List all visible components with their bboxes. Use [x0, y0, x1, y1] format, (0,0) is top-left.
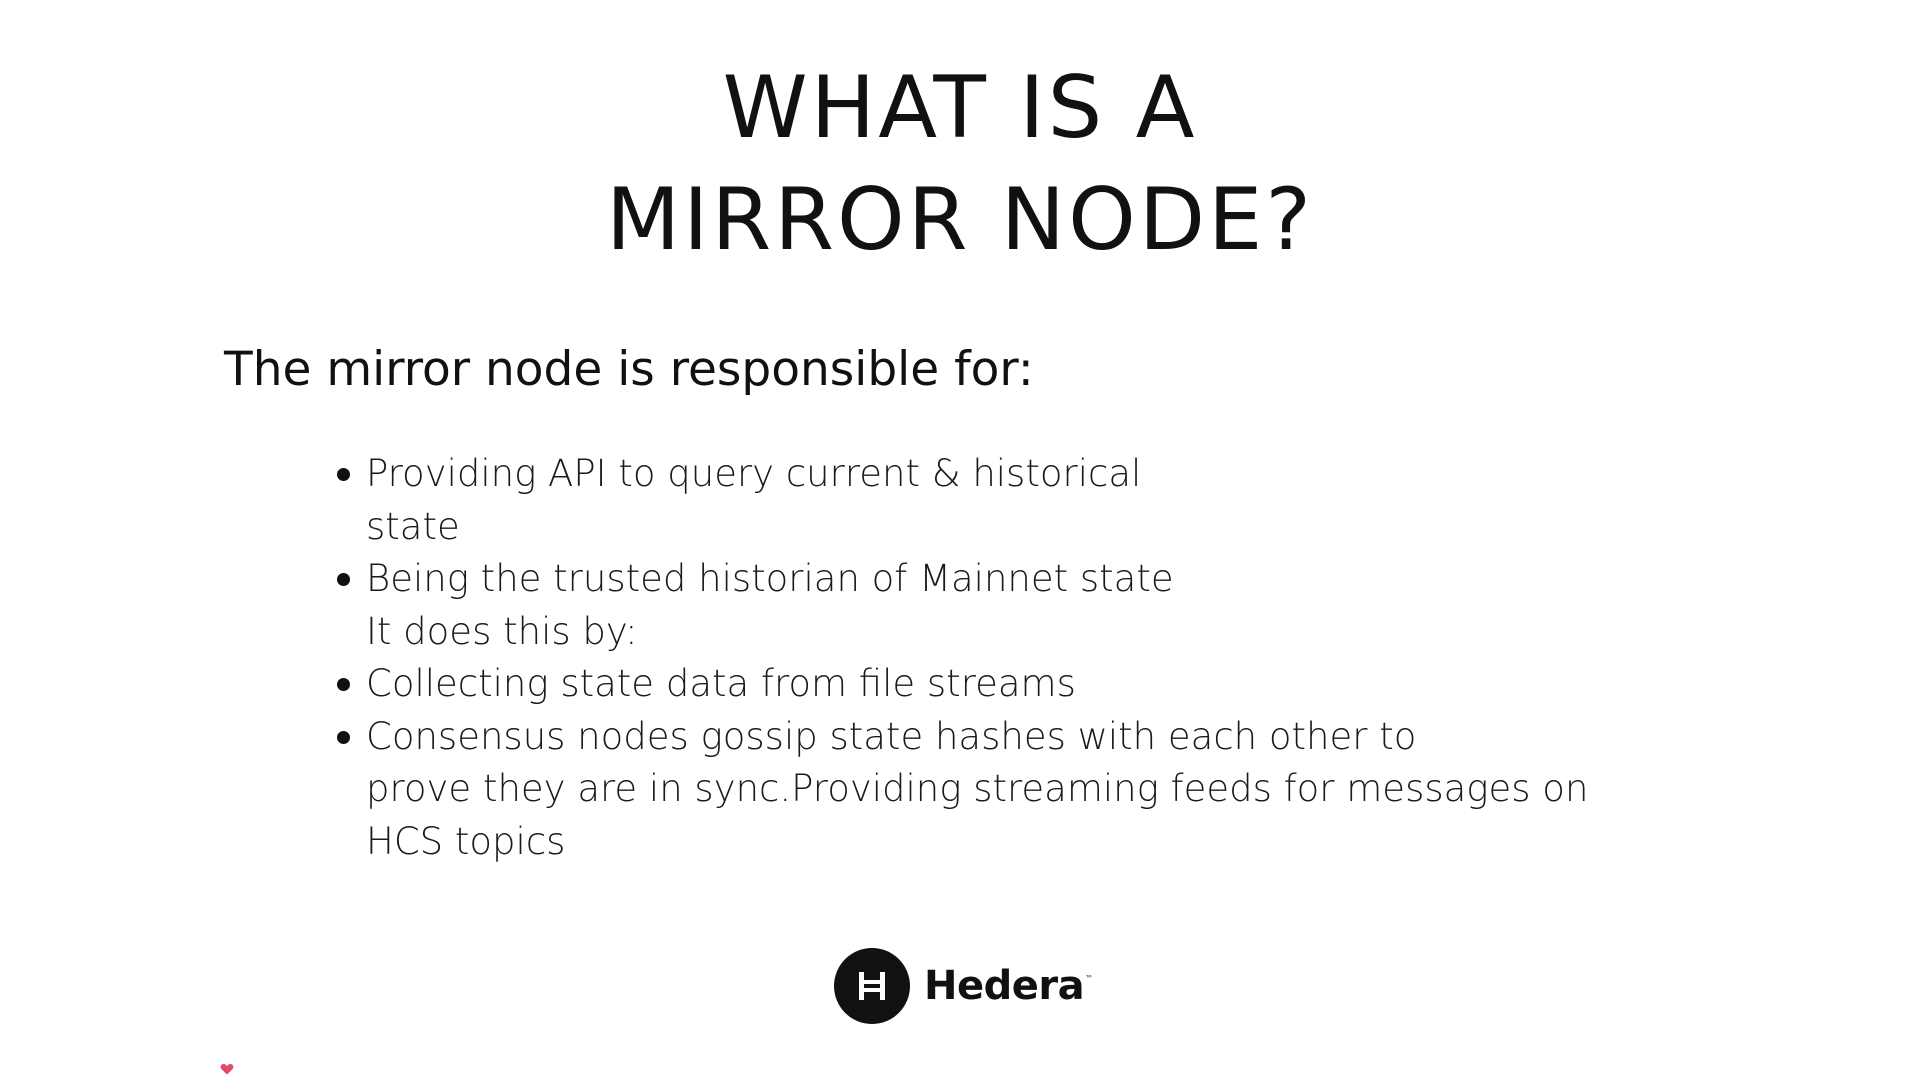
- bullet-dot-icon: [337, 730, 350, 744]
- slide: WHAT IS A MIRROR NODE? The mirror node i…: [0, 0, 1920, 1080]
- bullet-text-line: state: [366, 504, 460, 548]
- bullet-item: Providing API to query current & histori…: [334, 448, 1734, 553]
- bullet-list: Providing API to query current & histori…: [334, 448, 1734, 868]
- logo-wordmark-text: Hedera: [924, 963, 1085, 1009]
- logo-trademark: ™: [1085, 974, 1093, 983]
- slide-title: WHAT IS A MIRROR NODE?: [0, 52, 1920, 276]
- bullet-item: Being the trusted historian of Mainnet s…: [334, 553, 1734, 658]
- logo-wordmark: Hedera™: [924, 963, 1093, 1009]
- bullet-text-line: Providing API to query current & histori…: [366, 452, 1142, 495]
- bullet-dot-icon: [337, 468, 350, 481]
- bullet-dot-icon: [337, 573, 350, 586]
- bullet-text-line: Consensus nodes gossip state hashes with…: [366, 714, 1417, 758]
- bullet-text-line: HCS topics: [366, 819, 566, 863]
- bullet-text-line: Collecting state data from file streams: [366, 662, 1076, 705]
- heart-icon: [220, 1063, 234, 1075]
- title-line-2: MIRROR NODE?: [605, 170, 1315, 270]
- bullet-item: Consensus nodes gossip state hashes with…: [334, 711, 1734, 869]
- hedera-logo: Hedera™: [834, 948, 1093, 1024]
- slide-subtitle: The mirror node is responsible for:: [224, 342, 1034, 397]
- bullet-text-line: It does this by:: [366, 609, 638, 653]
- hedera-h-icon: [834, 948, 910, 1024]
- bullet-item: Collecting state data from file streams: [334, 658, 1734, 711]
- title-line-1: WHAT IS A: [722, 58, 1198, 158]
- bullet-text-line: prove they are in sync.Providing streami…: [366, 767, 1589, 810]
- bullet-text-line: Being the trusted historian of Mainnet s…: [366, 557, 1174, 600]
- bullet-dot-icon: [337, 678, 350, 691]
